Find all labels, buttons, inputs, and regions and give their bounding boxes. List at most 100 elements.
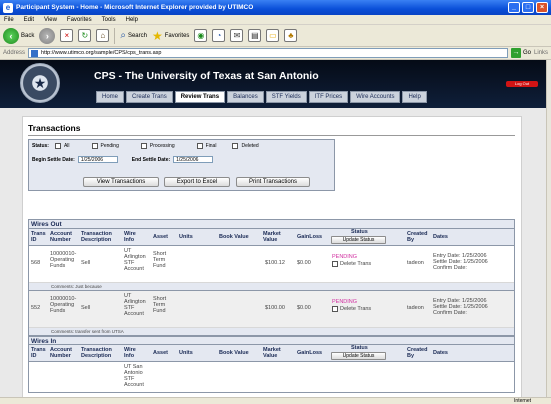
comment-row: Comments: Just because [29,283,514,291]
minimize-button[interactable]: _ [508,2,520,13]
history-button[interactable]: ◔ [212,29,226,42]
logout-button[interactable]: Log Out [506,81,538,87]
nav-review-trans[interactable]: Review Trans [174,91,226,103]
account-number: 10000010- Operating Funds [50,296,77,314]
export-excel-button[interactable]: Export to Excel [164,177,230,187]
col-status: Status [351,229,368,235]
end-date-input[interactable] [173,156,214,163]
search-icon: ⌕ [120,30,126,41]
edit-button[interactable]: ▭ [266,29,280,42]
menu-edit[interactable]: Edit [24,17,34,23]
asset: Short Term Fund [153,296,167,314]
created-by: tadeon [407,260,424,266]
update-status-button[interactable]: Update Status [331,352,386,360]
mail-button[interactable]: ✉ [230,29,244,42]
col-book-value: Book Value [219,350,249,356]
media-button[interactable]: ◉ [194,29,208,42]
print-transactions-button[interactable]: Print Transactions [236,177,310,187]
back-arrow-icon: ‹ [3,27,19,44]
nav-create-trans[interactable]: Create Trans [126,91,173,103]
delete-trans-checkbox[interactable] [332,306,338,312]
nav-itf-prices[interactable]: ITF Prices [308,91,349,103]
stop-button[interactable]: × [60,29,74,42]
browser-toolbar: ‹ Back › × ↻ ⌂ ⌕ Search ★ Favorites ◉ ◔ … [0,25,551,47]
close-button[interactable]: × [536,2,548,13]
account-number: 10000010- Operating Funds [50,251,77,269]
forward-button[interactable]: › [39,27,56,44]
col-wire-info: Wire Info [124,347,136,359]
back-button[interactable]: ‹ Back [3,27,35,44]
col-asset: Asset [153,350,168,356]
col-trans-id: Trans ID [31,231,46,243]
transaction-description: Sell [81,260,91,266]
utsa-seal-logo: ★ [20,63,60,103]
col-dates: Dates [433,350,448,356]
discuss-button[interactable]: ♣ [284,29,298,42]
col-account: Account Number [50,347,72,359]
checkbox-all[interactable] [54,143,61,149]
menu-tools[interactable]: Tools [102,17,116,23]
favorites-button[interactable]: ★ Favorites [152,29,189,43]
checkbox-processing[interactable] [140,143,147,149]
back-label: Back [21,32,35,39]
col-trans-id: Trans ID [31,347,46,359]
refresh-button[interactable]: ↻ [78,29,92,42]
col-account: Account Number [50,231,72,243]
nav-home[interactable]: Home [96,91,125,103]
page-body: Transactions Status: All Pending Process… [0,108,546,397]
checkbox-pending[interactable] [91,143,98,149]
col-gainloss: GainLoss [297,350,323,356]
main-nav: Home Create Trans Review Trans Balances … [96,91,427,103]
security-zone: Internet [514,398,531,404]
delete-trans-label: Delete Trans [340,261,372,267]
wires-out-title: Wires Out [29,220,514,229]
gainloss: $0.00 [297,305,311,311]
nav-help[interactable]: Help [402,91,427,103]
address-url: http://www.utimco.org/sample/CPS/cps_tra… [41,50,162,56]
comment-text: Comments: transfer sent from UTSA [51,329,124,334]
nav-stf-yields[interactable]: STF Yields [265,91,307,103]
delete-trans-label: Delete Trans [340,306,372,312]
address-label: Address [3,50,26,56]
search-button[interactable]: ⌕ Search [120,30,147,41]
dates: Entry Date: 1/25/2006 Settle Date: 1/25/2… [433,253,488,271]
browser-viewport: ★ CPS - The University of Texas at San A… [0,60,546,397]
trans-id: 568 [31,260,41,266]
begin-date-input[interactable] [77,156,118,163]
delete-trans-control: Delete Trans [332,261,371,267]
nav-wire-accounts[interactable]: Wire Accounts [350,91,401,103]
maximize-button[interactable]: □ [522,2,534,13]
asset: Short Term Fund [153,251,167,269]
menu-view[interactable]: View [44,17,57,23]
status-pending: PENDING [332,254,358,260]
col-dates: Dates [433,234,448,240]
delete-trans-checkbox[interactable] [332,261,338,267]
checkbox-final[interactable] [196,143,203,149]
menu-favorites[interactable]: Favorites [67,17,92,23]
col-created-by: Created By [407,231,428,243]
nav-balances[interactable]: Balances [227,91,264,103]
window-title-bar: e Participant System - Home - Microsoft … [0,0,551,15]
update-status-button[interactable]: Update Status [331,236,386,244]
links-label[interactable]: Links [534,50,548,56]
checkbox-deleted[interactable] [232,143,239,149]
address-input[interactable]: http://www.utimco.org/sample/CPS/cps_tra… [28,48,508,58]
go-button[interactable]: → Go [510,48,531,58]
dates: Entry Date: 1/25/2006 Settle Date: 1/25/2… [433,298,488,316]
wire-info: UT Arlington STF Account [124,248,146,272]
home-button[interactable]: ⌂ [96,29,110,42]
print-button[interactable]: ▤ [248,29,262,42]
vertical-scrollbar[interactable] [546,60,551,397]
menu-file[interactable]: File [4,17,14,23]
table-row: UT San Antonio STF Account [29,362,514,392]
table-row: 568 10000010- Operating Funds Sell UT Arlin… [29,246,514,283]
window-controls: _ □ × [508,2,548,13]
col-description: Transaction Description [81,347,112,359]
go-label: Go [522,50,531,56]
view-transactions-button[interactable]: View Transactions [83,177,159,187]
status-pending-label: Pending [100,143,119,149]
menu-help[interactable]: Help [126,17,138,23]
table-row: 552 10000010- Operating Funds Sell UT Arlin… [29,291,514,328]
col-gainloss: GainLoss [297,234,323,240]
col-created-by: Created By [407,347,428,359]
